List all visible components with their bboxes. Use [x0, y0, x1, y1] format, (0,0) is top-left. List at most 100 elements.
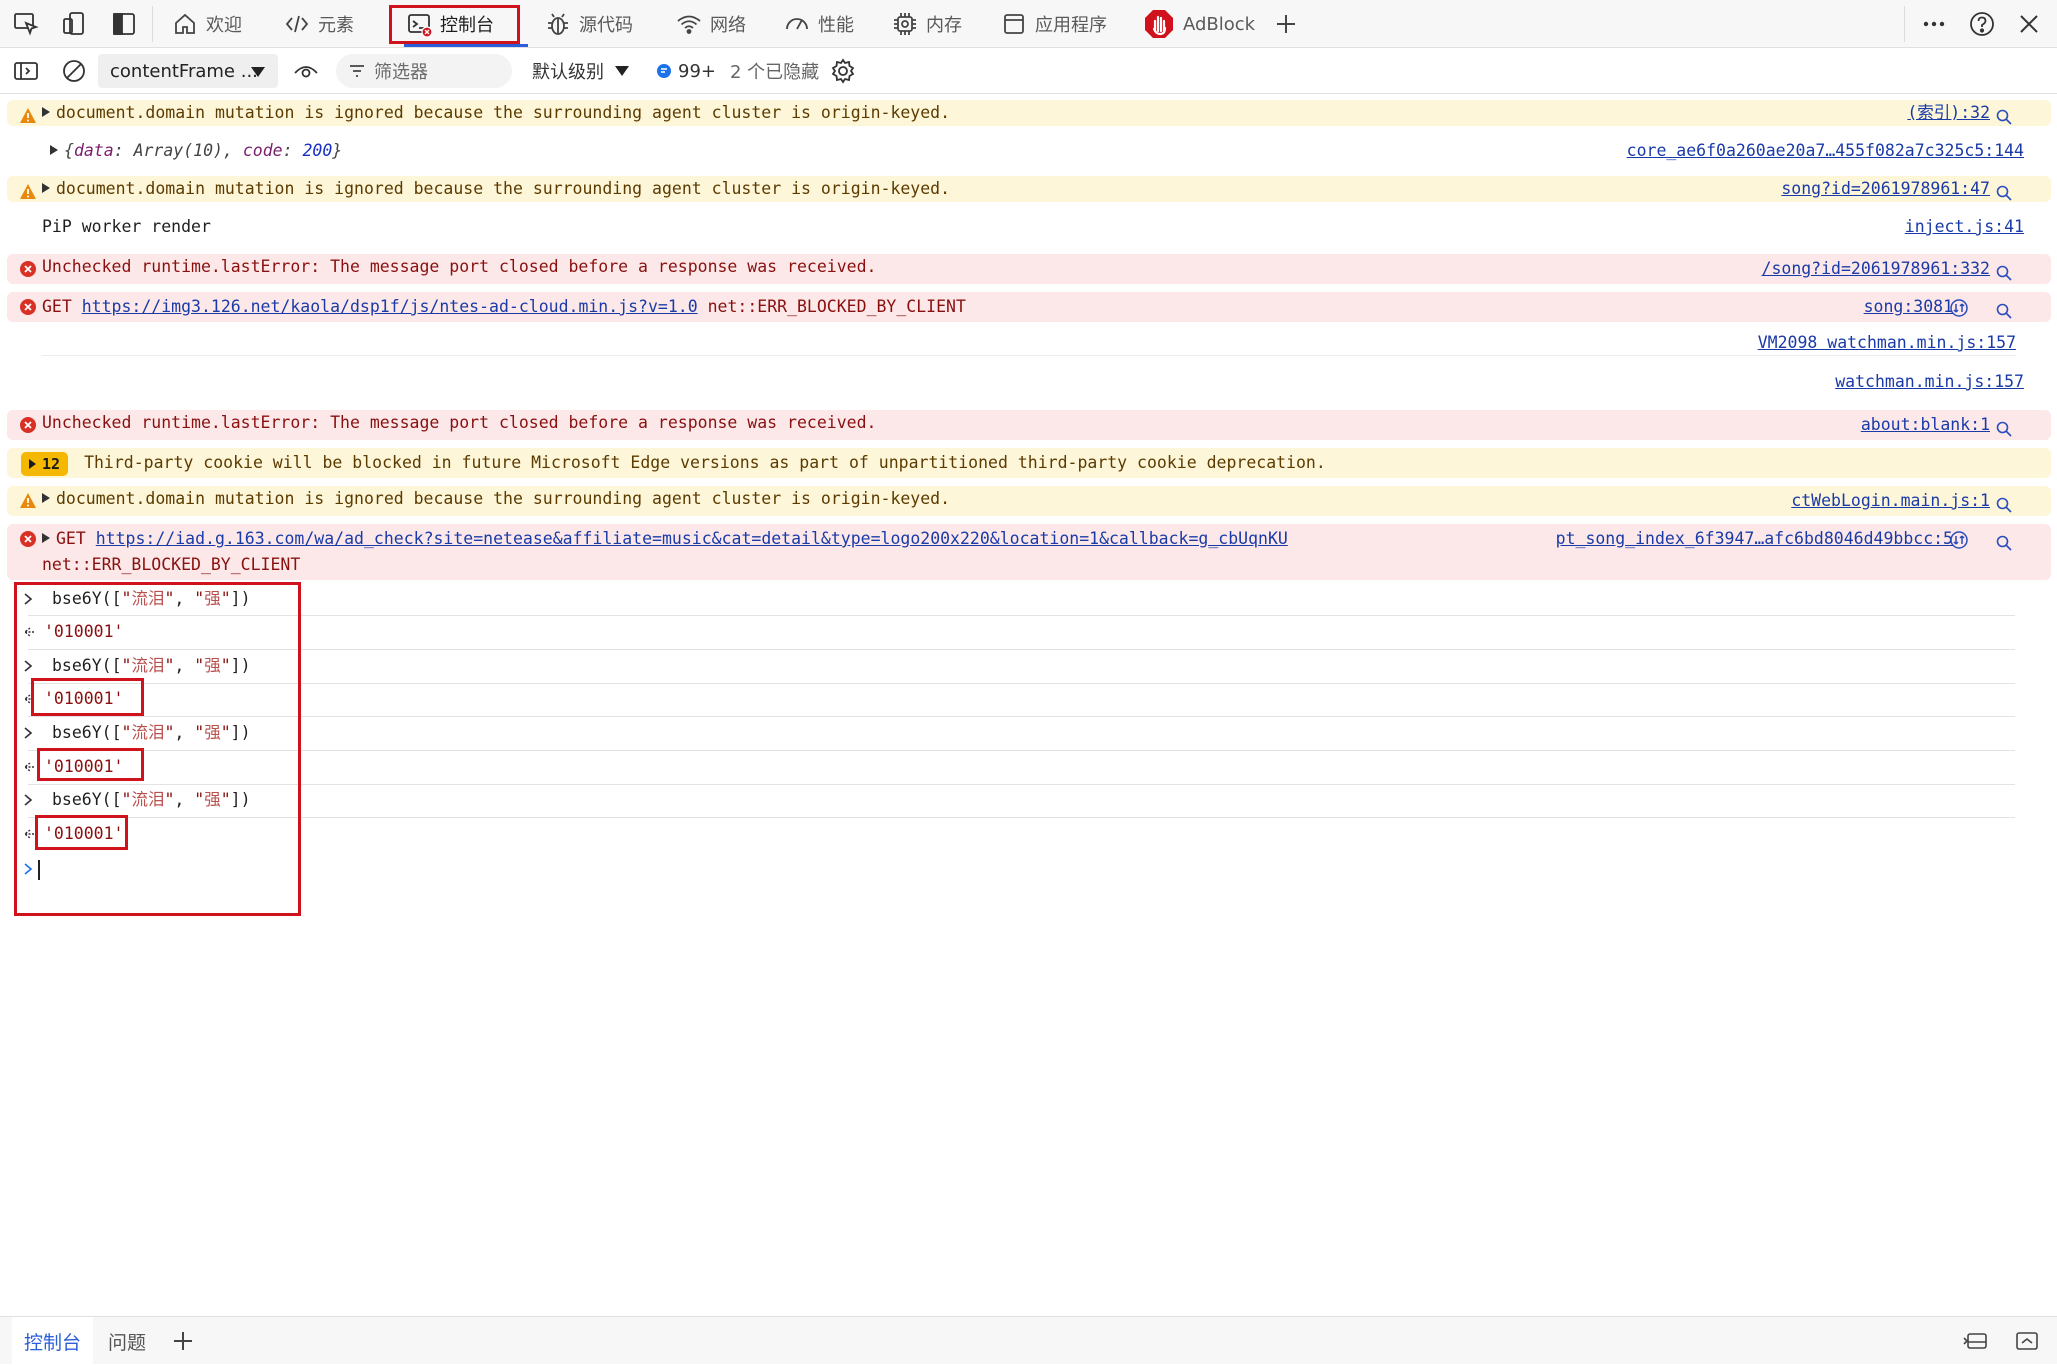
warning-icon [19, 183, 37, 201]
expand-triangle-icon[interactable] [42, 533, 50, 543]
console-settings-button[interactable] [830, 48, 856, 94]
source-link[interactable]: song:3081 [1864, 294, 1953, 320]
console-error-message: GET https://img3.126.net/kaola/dsp1f/js/… [7, 292, 2051, 322]
tab-sources[interactable]: 源代码 [545, 0, 633, 48]
stack-source-link[interactable]: VM2098 watchman.min.js:157 [1758, 330, 2016, 356]
request-url-link[interactable]: https://iad.g.163.com/wa/ad_check?site=n… [96, 529, 1288, 548]
search-icon[interactable] [1995, 108, 2013, 126]
repl-command: bse6Y(["流泪", "强"]) [52, 653, 251, 679]
issue-count-badge[interactable]: 12 [21, 452, 69, 476]
close-icon[interactable] [2015, 10, 2043, 38]
tab-label: 网络 [710, 15, 746, 36]
issue-count: 12 [42, 455, 61, 473]
live-expression-button[interactable] [292, 48, 320, 94]
repl-result: '010001' [44, 689, 124, 708]
expand-triangle-icon[interactable] [42, 493, 50, 503]
code-quote: " [194, 790, 205, 809]
search-icon[interactable] [1995, 534, 2013, 552]
code-quote: " [194, 723, 205, 742]
issues-count: 99+ [678, 60, 716, 82]
source-link[interactable]: song?id=2061978961:47 [1781, 176, 1990, 202]
stack-source-link[interactable]: watchman.min.js:157 [1835, 369, 2024, 395]
tab-network[interactable]: 网络 [676, 0, 746, 48]
source-link[interactable]: ctWebLogin.main.js:1 [1791, 488, 1990, 514]
repl-command: bse6Y(["流泪", "强"]) [52, 586, 251, 612]
tab-application[interactable]: 应用程序 [1001, 0, 1107, 48]
console-warning-message: document.domain mutation is ignored beca… [7, 486, 2051, 516]
clear-console-button[interactable] [60, 48, 88, 94]
code-quote: " [121, 656, 132, 675]
inspect-element-icon[interactable] [12, 10, 40, 38]
console-warning-message: document.domain mutation is ignored beca… [7, 176, 2051, 202]
tab-label: 欢迎 [206, 15, 242, 36]
drawer-tab-issues[interactable]: 问题 [108, 1317, 146, 1365]
code-quote: " [194, 656, 205, 675]
code-arg: 强 [204, 723, 221, 742]
console-issue-message: 12 Third-party cookie will be blocked in … [7, 448, 2051, 478]
code-quote: " [164, 790, 175, 809]
replay-network-request-icon[interactable] [1949, 530, 1969, 550]
console-warning-message: document.domain mutation is ignored beca… [7, 100, 2051, 126]
window-icon [1001, 11, 1027, 37]
tab-console[interactable]: 控制台 [406, 0, 494, 48]
device-emulation-icon[interactable] [60, 10, 88, 38]
search-icon[interactable] [1995, 302, 2013, 320]
issues-counter[interactable]: 99+ [656, 48, 716, 94]
search-icon[interactable] [1995, 420, 2013, 438]
tab-label: 源代码 [579, 15, 633, 36]
dock-drawer-button[interactable] [1962, 1317, 1990, 1365]
expand-triangle-icon[interactable] [50, 145, 58, 155]
stack-trace-row: VM2098 watchman.min.js:157 [42, 330, 2016, 356]
close-drawer-button[interactable] [2014, 1317, 2040, 1365]
code-quote: " [164, 723, 175, 742]
drawer-add-tab-button[interactable] [170, 1317, 196, 1365]
code-fn: bse6Y([ [52, 790, 122, 809]
source-link[interactable]: (索引):32 [1907, 100, 1990, 126]
tab-elements[interactable]: 元素 [284, 0, 354, 48]
warning-icon [19, 107, 37, 125]
code-fn: bse6Y([ [52, 723, 122, 742]
code-arg: 流泪 [131, 589, 165, 608]
message-text: document.domain mutation is ignored beca… [56, 103, 951, 122]
code-arg: 流泪 [131, 723, 165, 742]
error-icon [19, 530, 37, 548]
console-toolbar: contentFrame ... 筛选器 默认级别 99+ 2 个已隐藏 [0, 48, 2057, 94]
code-quote: " [220, 790, 231, 809]
code-quote: " [121, 723, 132, 742]
context-selector[interactable]: contentFrame ... [98, 54, 278, 88]
error-code: net::ERR_BLOCKED_BY_CLIENT [42, 555, 301, 574]
source-link[interactable]: about:blank:1 [1861, 412, 1990, 438]
replay-network-request-icon[interactable] [1949, 298, 1969, 318]
tab-performance[interactable]: 性能 [784, 0, 854, 48]
expand-triangle-icon[interactable] [42, 183, 50, 193]
chevron-right-icon [22, 653, 36, 679]
source-link[interactable]: inject.js:41 [1905, 214, 2024, 240]
more-options-icon[interactable] [1920, 10, 1948, 38]
object-preview[interactable]: {data: Array(10), code: 200} [64, 141, 342, 160]
search-icon[interactable] [1995, 184, 2013, 202]
source-link[interactable]: core_ae6f0a260ae20a7…455f082a7c325c5:144 [1627, 138, 2024, 164]
help-icon[interactable] [1968, 10, 1996, 38]
tab-welcome[interactable]: 欢迎 [172, 0, 242, 48]
tab-memory[interactable]: 内存 [892, 0, 962, 48]
add-tab-icon[interactable] [1272, 10, 1300, 38]
code-fn: bse6Y([ [52, 656, 122, 675]
source-link[interactable]: /song?id=2061978961:332 [1762, 256, 1990, 282]
tab-adblock[interactable]: AdBlock [1143, 0, 1255, 48]
log-level-dropdown[interactable]: 默认级别 [532, 48, 630, 94]
expand-triangle-icon[interactable] [42, 107, 50, 117]
search-icon[interactable] [1995, 264, 2013, 282]
code-arg: 流泪 [131, 790, 165, 809]
dock-side-icon[interactable] [110, 10, 138, 38]
show-sidebar-button[interactable] [12, 48, 40, 94]
repl-prompt[interactable] [14, 856, 2014, 882]
object-key: code [242, 141, 283, 160]
source-link[interactable]: pt_song_index_6f3947…afc6bd8046d49bbcc:5 [1556, 526, 1953, 552]
adblock-icon [1143, 8, 1175, 40]
request-url-link[interactable]: https://img3.126.net/kaola/dsp1f/js/ntes… [82, 297, 698, 316]
code-quote: " [164, 589, 175, 608]
filter-input[interactable]: 筛选器 [336, 54, 512, 88]
drawer-tab-console[interactable]: 控制台 [12, 1317, 94, 1365]
gauge-icon [784, 11, 810, 37]
search-icon[interactable] [1995, 496, 2013, 514]
